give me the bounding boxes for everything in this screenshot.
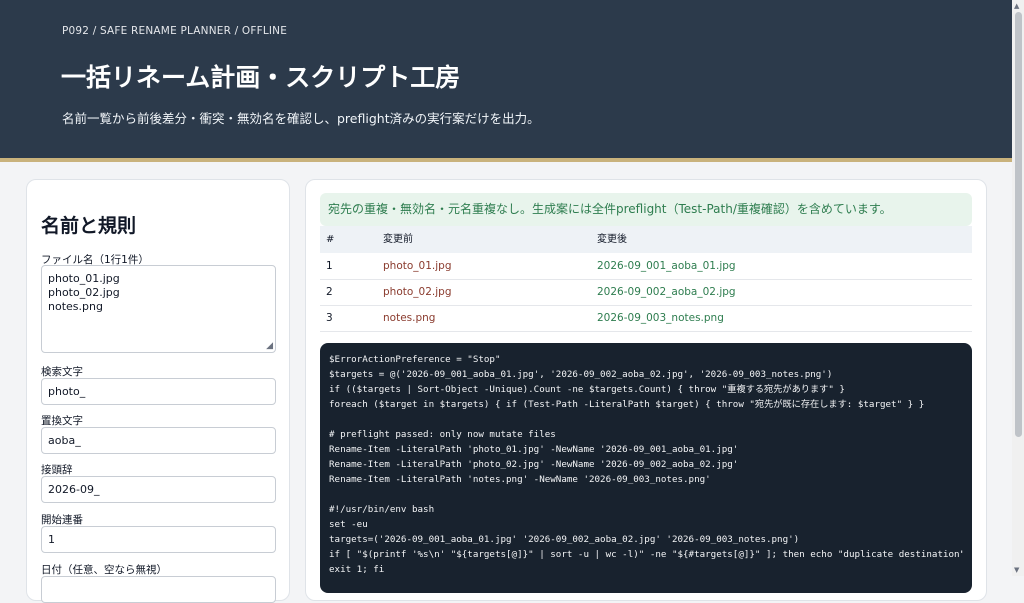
eyebrow-text: P092 / SAFE RENAME PLANNER / OFFLINE [62,25,288,37]
resize-grip-icon[interactable]: ◢ [266,342,273,351]
code-line: set -eu [329,519,368,530]
row-before: photo_01.jpg [383,260,452,272]
filename-line: photo_01.jpg [48,272,120,285]
filenames-textarea[interactable]: photo_01.jpg photo_02.jpg notes.png ◢ [41,265,276,353]
page-scrollbar[interactable]: ▲ ▼ [1012,0,1024,576]
rules-panel: 名前と規則 ファイル名（1行1件） photo_01.jpg photo_02.… [26,179,290,603]
row-index: 2 [326,286,333,298]
row-index: 1 [326,260,333,272]
rules-panel-title: 名前と規則 [41,215,137,237]
scroll-up-arrow-icon[interactable]: ▲ [1014,2,1019,10]
code-line: exit 1; fi [329,564,385,575]
date-label: 日付（任意、空なら無視） [41,564,167,576]
code-line: foreach ($target in $targets) { if (Test… [329,399,925,410]
row-after: 2026-09_002_aoba_02.jpg [597,286,736,298]
code-line: $targets = @('2026-09_001_aoba_01.jpg', … [329,369,833,380]
start-number-input[interactable]: 1 [41,526,276,553]
column-header-after: 変更後 [597,234,627,245]
row-index: 3 [326,312,333,324]
search-input[interactable]: photo_ [41,378,276,405]
rename-table-header: # 変更前 変更後 [320,226,972,253]
row-after: 2026-09_003_notes.png [597,312,724,324]
column-header-index: # [326,234,335,245]
column-header-before: 変更前 [383,234,413,245]
table-row: 2 photo_02.jpg 2026-09_002_aoba_02.jpg [320,279,972,306]
scroll-down-arrow-icon[interactable]: ▼ [1014,566,1019,574]
code-line: $ErrorActionPreference = "Stop" [329,354,501,365]
script-output[interactable]: $ErrorActionPreference = "Stop" $targets… [320,343,972,593]
code-line: Rename-Item -LiteralPath 'notes.png' -Ne… [329,474,711,485]
code-line: # preflight passed: only now mutate file… [329,429,556,440]
code-line: if [ "$(printf '%s\n' "${targets[@]}" | … [329,549,963,560]
page-subtitle: 名前一覧から前後差分・衝突・無効名を確認し、preflight済みの実行案だけを… [62,111,540,126]
search-label: 検索文字 [41,366,83,378]
prefix-label: 接頭辞 [41,464,73,476]
date-input[interactable] [41,576,276,603]
filename-line: notes.png [48,300,103,313]
code-line: targets=('2026-09_001_aoba_01.jpg' '2026… [329,534,800,545]
page-title: 一括リネーム計画・スクリプト工房 [61,63,461,92]
replace-input[interactable]: aoba_ [41,427,276,454]
row-before: notes.png [383,312,436,324]
row-before: photo_02.jpg [383,286,452,298]
filename-line: photo_02.jpg [48,286,120,299]
prefix-input[interactable]: 2026-09_ [41,476,276,503]
code-line: Rename-Item -LiteralPath 'photo_02.jpg' … [329,459,739,470]
code-line: Rename-Item -LiteralPath 'photo_01.jpg' … [329,444,739,455]
table-row: 1 photo_01.jpg 2026-09_001_aoba_01.jpg [320,253,972,280]
code-line: if (($targets | Sort-Object -Unique).Cou… [329,384,845,395]
scrollbar-thumb[interactable] [1015,12,1022,437]
row-after: 2026-09_001_aoba_01.jpg [597,260,736,272]
table-row: 3 notes.png 2026-09_003_notes.png [320,305,972,332]
preview-panel: 宛先の重複・無効名・元名重複なし。生成案には全件preflight（Test-P… [305,179,987,601]
code-line: #!/usr/bin/env bash [329,504,435,515]
page-header: P092 / SAFE RENAME PLANNER / OFFLINE 一括リ… [0,0,1012,162]
replace-label: 置換文字 [41,415,83,427]
start-number-label: 開始連番 [41,514,83,526]
status-message: 宛先の重複・無効名・元名重複なし。生成案には全件preflight（Test-P… [320,193,972,226]
